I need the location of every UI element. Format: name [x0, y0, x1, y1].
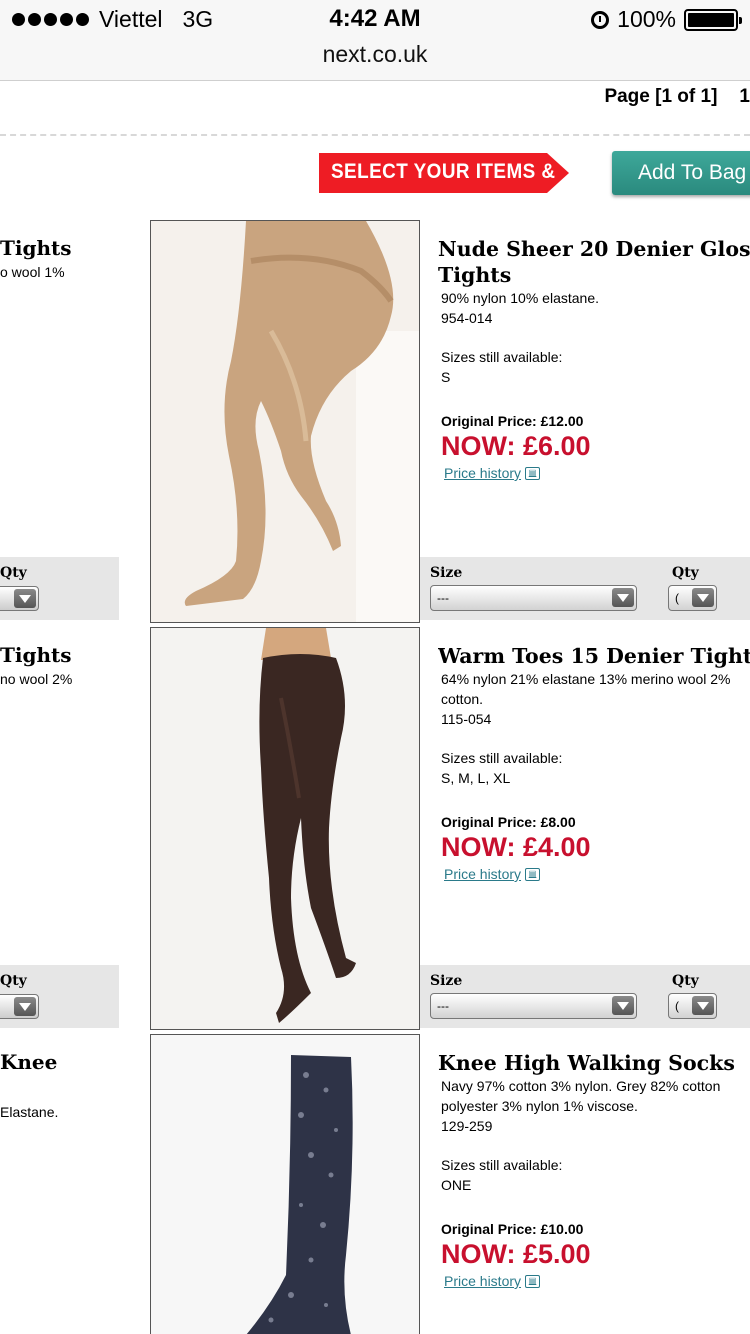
product-image[interactable]	[150, 1034, 420, 1334]
browser-status-bar: Viettel 3G 4:42 AM 100% next.co.uk	[0, 0, 750, 81]
size-select-value: ---	[437, 999, 449, 1013]
add-to-bag-button[interactable]: Add To Bag	[612, 151, 750, 195]
product-info: Knee High Walking Socks Navy 97% cotton …	[438, 1050, 750, 1289]
size-select[interactable]: ---	[430, 993, 637, 1019]
socks-illustration	[151, 1035, 419, 1334]
qty-select[interactable]	[0, 994, 39, 1019]
battery-icon	[684, 8, 742, 31]
qty-select[interactable]: (	[668, 993, 717, 1019]
tights-nude-illustration	[151, 221, 419, 622]
original-price: Original Price: £12.00	[441, 413, 584, 429]
banner-text: SELECT YOUR ITEMS &	[331, 160, 556, 183]
price-history-link[interactable]: Price history ▤	[444, 465, 750, 481]
qty-label: Qty	[672, 973, 699, 989]
original-price: Original Price: £10.00	[441, 1221, 584, 1237]
size-label: Size	[430, 973, 463, 989]
product-code: 129-259	[441, 1118, 493, 1134]
chevron-down-icon	[14, 997, 36, 1016]
size-qty-bar: Size Qty --- (	[420, 557, 750, 620]
page-indicator: Page [1 of 1]	[604, 86, 718, 107]
product-title[interactable]: Warm Toes 15 Denier Tights	[438, 643, 750, 669]
sizes-available-label: Sizes still available:	[441, 1157, 563, 1173]
tights-black-illustration	[151, 628, 419, 1029]
size-label: Size	[430, 565, 463, 581]
original-price: Original Price: £8.00	[441, 814, 576, 830]
product-code: 954-014	[441, 310, 493, 326]
sizes-available-label: Sizes still available:	[441, 750, 563, 766]
price-history-label[interactable]: Price history	[444, 866, 521, 882]
divider	[0, 134, 750, 136]
price-history-link[interactable]: Price history ▤	[444, 866, 750, 882]
sale-price: NOW: £6.00	[441, 431, 591, 461]
chevron-down-icon	[692, 996, 714, 1015]
prev-product-desc: Elastane.	[0, 1104, 59, 1120]
sale-price: NOW: £5.00	[441, 1239, 591, 1269]
product-code: 115-054	[441, 711, 492, 727]
chevron-down-icon	[612, 996, 634, 1015]
chart-icon[interactable]: ▤	[525, 466, 541, 480]
product-description: 64% nylon 21% elastane 13% merino wool 2…	[441, 671, 731, 687]
product-title-line2[interactable]: Tights	[438, 262, 750, 288]
sizes-available: S	[441, 369, 451, 385]
chevron-down-icon	[14, 589, 36, 608]
prev-product-desc: no wool 2%	[0, 671, 73, 687]
product-description: 90% nylon 10% elastane.	[441, 290, 599, 306]
product-title[interactable]: Knee High Walking Socks	[438, 1050, 750, 1076]
qty-select-value: (	[675, 999, 679, 1013]
address-bar[interactable]: next.co.uk	[0, 41, 750, 68]
product-description: Navy 97% cotton 3% nylon. Grey 82% cotto…	[441, 1078, 721, 1094]
prev-product-desc: o wool 1%	[0, 264, 65, 280]
sizes-available: ONE	[441, 1177, 472, 1193]
qty-select[interactable]: (	[668, 585, 717, 611]
price-history-link[interactable]: Price history ▤	[444, 1273, 750, 1289]
product-image[interactable]	[150, 220, 420, 623]
product-description-line2: cotton.	[441, 691, 484, 707]
prev-qty-bar: Qty	[0, 965, 119, 1028]
status-right: 100%	[591, 6, 742, 33]
product-info: Nude Sheer 20 Denier Gloss Tights 90% ny…	[438, 236, 750, 481]
product-info: Warm Toes 15 Denier Tights 64% nylon 21%…	[438, 643, 750, 882]
sizes-available-label: Sizes still available:	[441, 349, 563, 365]
prev-qty-bar: Qty	[0, 557, 119, 620]
qty-label: Qty	[0, 973, 27, 989]
prev-product-title[interactable]: Tights	[0, 643, 72, 667]
size-select[interactable]: ---	[430, 585, 637, 611]
chart-icon[interactable]: ▤	[525, 867, 541, 881]
alarm-icon	[591, 10, 610, 29]
select-items-banner: SELECT YOUR ITEMS &	[319, 153, 569, 193]
prev-product-title[interactable]: Knee	[0, 1050, 57, 1074]
prev-product-title[interactable]: Tights	[0, 236, 72, 260]
product-description-line2: polyester 3% nylon 1% viscose.	[441, 1098, 638, 1114]
qty-label: Qty	[0, 565, 27, 581]
qty-select-value: (	[675, 591, 679, 605]
product-title[interactable]: Nude Sheer 20 Denier Gloss	[438, 236, 750, 262]
size-select-value: ---	[437, 591, 449, 605]
battery-percent: 100%	[617, 6, 676, 32]
size-qty-bar: Size Qty --- (	[420, 965, 750, 1028]
chevron-down-icon	[692, 588, 714, 607]
price-history-label[interactable]: Price history	[444, 1273, 521, 1289]
page-link-1[interactable]: 1	[739, 86, 750, 107]
product-image[interactable]	[150, 627, 420, 1030]
chevron-down-icon	[612, 588, 634, 607]
qty-select[interactable]	[0, 586, 39, 611]
chart-icon[interactable]: ▤	[525, 1274, 541, 1288]
price-history-label[interactable]: Price history	[444, 465, 521, 481]
sizes-available: S, M, L, XL	[441, 770, 511, 786]
qty-label: Qty	[672, 565, 699, 581]
sale-price: NOW: £4.00	[441, 832, 591, 862]
pagination: Page [1 of 1] 1	[582, 86, 750, 108]
